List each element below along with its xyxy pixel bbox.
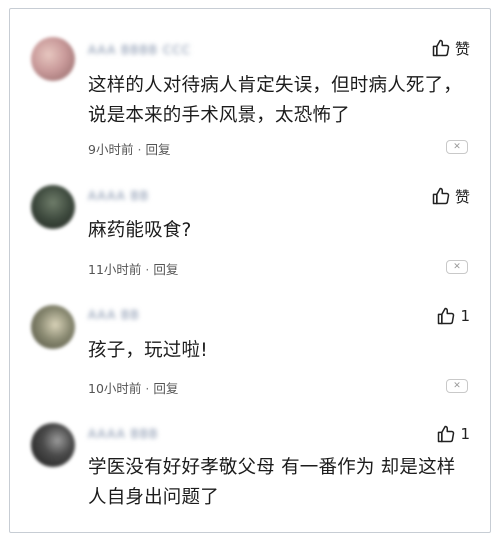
avatar[interactable] — [31, 423, 75, 467]
avatar[interactable] — [31, 37, 75, 81]
comment-list: AAA BBBB CCC 赞 这样的人对待病人肯定失误，但时病人死了，说是本来的… — [9, 8, 491, 533]
timestamp: 11小时前 — [88, 262, 142, 277]
reply-link[interactable]: 回复 — [145, 142, 170, 157]
like-label: 赞 — [454, 187, 470, 206]
like-button[interactable]: 赞 — [431, 185, 470, 207]
timestamp: 10小时前 — [88, 381, 142, 396]
like-button[interactable]: 1 — [436, 305, 470, 327]
username[interactable]: AAAA BB — [88, 189, 149, 205]
dismiss-button[interactable]: ✕ — [446, 260, 468, 274]
avatar[interactable] — [31, 305, 75, 349]
like-button[interactable]: 1 — [436, 423, 470, 445]
thumbs-up-icon — [438, 425, 455, 443]
comment-text: 孩子，玩过啦! — [88, 340, 208, 361]
separator-dot: · — [145, 262, 150, 277]
thumbs-up-icon — [438, 307, 455, 325]
comment-meta: 9小时前 · 回复 — [88, 139, 170, 158]
like-button[interactable]: 赞 — [431, 37, 470, 59]
like-label: 赞 — [454, 39, 470, 58]
avatar[interactable] — [31, 185, 75, 229]
username[interactable]: AAA BBBB CCC — [88, 43, 191, 59]
like-count: 1 — [460, 425, 470, 443]
close-icon: ✕ — [453, 380, 461, 391]
username[interactable]: AAA BB — [88, 308, 140, 324]
like-count: 1 — [460, 307, 470, 325]
dismiss-button[interactable]: ✕ — [446, 379, 468, 393]
timestamp: 9小时前 — [88, 142, 134, 157]
username[interactable]: AAAA BBB — [88, 427, 158, 443]
comment-text: 学医没有好好孝敬父母 有一番作为 却是这样 人自身出问题了 — [88, 457, 456, 508]
comment-meta: 11小时前 · 回复 — [88, 259, 178, 278]
reply-link[interactable]: 回复 — [153, 262, 178, 277]
comment-text: 麻药能吸食? — [88, 220, 192, 241]
separator-dot: · — [137, 142, 142, 157]
comment-text: 这样的人对待病人肯定失误，但时病人死了，说是本来的手术风景，太恐怖了 — [88, 75, 463, 126]
comment-meta: 10小时前 · 回复 — [88, 378, 178, 397]
close-icon: ✕ — [453, 261, 461, 272]
separator-dot: · — [145, 381, 150, 396]
reply-link[interactable]: 回复 — [153, 381, 178, 396]
thumbs-up-icon — [432, 39, 450, 57]
close-icon: ✕ — [453, 141, 461, 152]
thumbs-up-icon — [432, 187, 450, 205]
dismiss-button[interactable]: ✕ — [446, 140, 468, 154]
